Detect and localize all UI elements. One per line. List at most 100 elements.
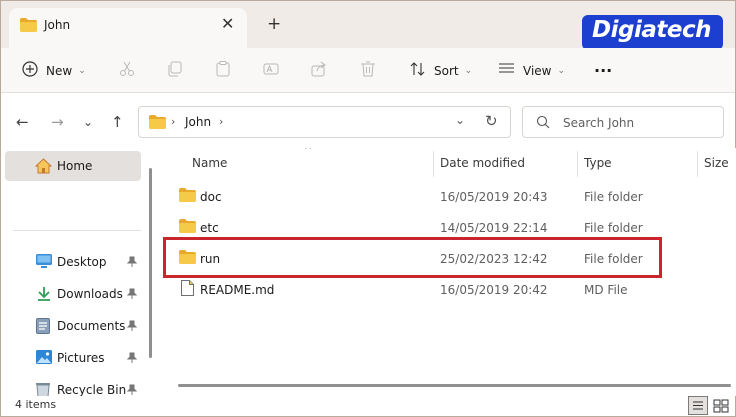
column-divider[interactable]: [433, 151, 434, 177]
column-header-name[interactable]: Name: [192, 148, 227, 178]
column-header-label: Date modified: [440, 156, 526, 170]
rename-icon: [263, 61, 279, 80]
pin-icon[interactable]: [126, 384, 138, 396]
sidebar-item-label: Documents: [57, 319, 126, 333]
file-row-run[interactable]: run 25/02/2023 12:42 File folder: [161, 243, 736, 274]
delete-icon: [360, 61, 376, 80]
forward-button[interactable]: →: [51, 113, 64, 131]
refresh-button[interactable]: ↻: [485, 112, 498, 130]
column-divider[interactable]: [697, 151, 698, 177]
tiles-view-button[interactable]: [713, 399, 729, 416]
folder-icon: [179, 250, 196, 267]
file-row-etc[interactable]: etc 14/05/2019 22:14 File folder: [161, 212, 736, 243]
paste-icon: [215, 61, 231, 80]
chevron-down-icon: ⌄: [557, 65, 566, 76]
recent-locations-button[interactable]: ⌄: [83, 115, 93, 129]
pictures-icon: [36, 350, 52, 367]
sidebar-item-recycle-bin[interactable]: Recycle Bin: [1, 375, 149, 396]
share-button[interactable]: [311, 48, 327, 93]
more-icon: ···: [594, 61, 613, 80]
back-button[interactable]: ←: [16, 113, 29, 131]
sidebar-item-desktop[interactable]: Desktop: [1, 247, 149, 277]
share-icon: [311, 61, 327, 80]
item-count: 4 items: [15, 398, 57, 411]
new-tab-button[interactable]: +: [267, 14, 281, 34]
recycle-bin-icon: [36, 382, 50, 396]
file-type: File folder: [584, 252, 643, 266]
more-options-button[interactable]: ···: [594, 48, 612, 93]
file-row-readme[interactable]: README.md 16/05/2019 20:42 MD File: [161, 274, 736, 305]
file-date: 16/05/2019 20:42: [440, 283, 548, 297]
search-icon: [536, 115, 550, 132]
sidebar-item-documents[interactable]: Documents: [1, 311, 149, 341]
tab-title: John: [44, 18, 71, 32]
desktop-icon: [36, 254, 52, 271]
file-date: 14/05/2019 22:14: [440, 221, 548, 235]
column-divider[interactable]: [577, 151, 578, 177]
pin-icon[interactable]: [126, 256, 138, 271]
delete-button[interactable]: [360, 48, 376, 93]
file-row-doc[interactable]: doc 16/05/2019 20:43 File folder: [161, 181, 736, 212]
address-bar[interactable]: › John › ⌄ ↻: [138, 106, 511, 138]
file-type: MD File: [584, 283, 628, 297]
breadcrumb-separator[interactable]: ›: [171, 115, 175, 128]
pin-icon[interactable]: [126, 352, 138, 367]
file-name: doc: [200, 190, 222, 204]
command-bar: New ⌄ Sort ⌄ View ⌄ ···: [1, 48, 735, 93]
copy-button[interactable]: [167, 48, 183, 93]
new-button[interactable]: New ⌄: [22, 48, 86, 93]
cut-icon: [119, 61, 135, 80]
column-header-label: Name: [192, 156, 228, 170]
navigation-pane: Home Desktop Downloads Documents Picture…: [1, 148, 157, 396]
details-view-button[interactable]: [688, 396, 708, 415]
file-name: run: [200, 252, 221, 266]
plus-circle-icon: [22, 61, 38, 80]
column-header-type[interactable]: Type: [584, 148, 612, 178]
up-button[interactable]: ↑: [111, 113, 124, 131]
file-name: etc: [200, 221, 219, 235]
status-bar: 4 items: [1, 396, 735, 416]
navigation-bar: ← → ⌄ ↑ › John › ⌄ ↻ Search John: [1, 93, 735, 148]
close-tab-icon[interactable]: ✕: [221, 14, 234, 33]
sidebar-item-pictures[interactable]: Pictures: [1, 343, 149, 373]
chevron-down-icon: ⌄: [464, 65, 473, 76]
sidebar-item-label: Downloads: [57, 287, 123, 301]
file-name: README.md: [200, 283, 275, 297]
home-icon: [34, 158, 53, 177]
breadcrumb-john[interactable]: John: [185, 115, 211, 129]
cut-button[interactable]: [119, 48, 135, 93]
brand-logo: Digiatech: [582, 15, 723, 50]
sort-button[interactable]: Sort ⌄: [410, 48, 472, 93]
file-list: Name ^ Date modified Type Size doc 16/05…: [161, 148, 736, 396]
title-bar: John ✕ + Digiatech: [1, 1, 735, 50]
chevron-down-icon: ⌄: [78, 65, 86, 76]
column-header-date-modified[interactable]: Date modified: [440, 148, 525, 178]
view-button[interactable]: View ⌄: [498, 48, 565, 93]
sidebar-item-downloads[interactable]: Downloads: [1, 279, 149, 309]
horizontal-scrollbar[interactable]: [178, 384, 731, 387]
file-type: File folder: [584, 190, 643, 204]
sort-label: Sort: [434, 63, 459, 78]
paste-button[interactable]: [215, 48, 231, 93]
search-input[interactable]: Search John: [563, 116, 634, 130]
sidebar-divider: [13, 230, 141, 231]
view-icon: [498, 62, 515, 79]
copy-icon: [167, 61, 183, 80]
search-box[interactable]: Search John: [522, 106, 724, 138]
sidebar-item-label: Recycle Bin: [57, 383, 127, 396]
pin-icon[interactable]: [126, 320, 138, 335]
rename-button[interactable]: [263, 48, 279, 93]
tab-john[interactable]: John ✕: [9, 8, 247, 48]
sidebar-scrollbar[interactable]: [149, 168, 152, 358]
breadcrumb-separator[interactable]: ›: [219, 115, 223, 128]
file-icon: [181, 280, 194, 299]
sort-ascending-icon: ^: [304, 148, 313, 156]
address-dropdown-button[interactable]: ⌄: [455, 113, 465, 127]
pin-icon[interactable]: [126, 288, 138, 303]
column-header-size[interactable]: Size: [704, 148, 729, 178]
column-header-label: Size: [704, 156, 729, 170]
sidebar-item-home[interactable]: Home: [5, 151, 141, 181]
file-explorer-window: John ✕ + Digiatech New ⌄ Sort ⌄ View ⌄ ·…: [0, 0, 736, 417]
sidebar-item-label: Pictures: [57, 351, 105, 365]
file-date: 25/02/2023 12:42: [440, 252, 548, 266]
